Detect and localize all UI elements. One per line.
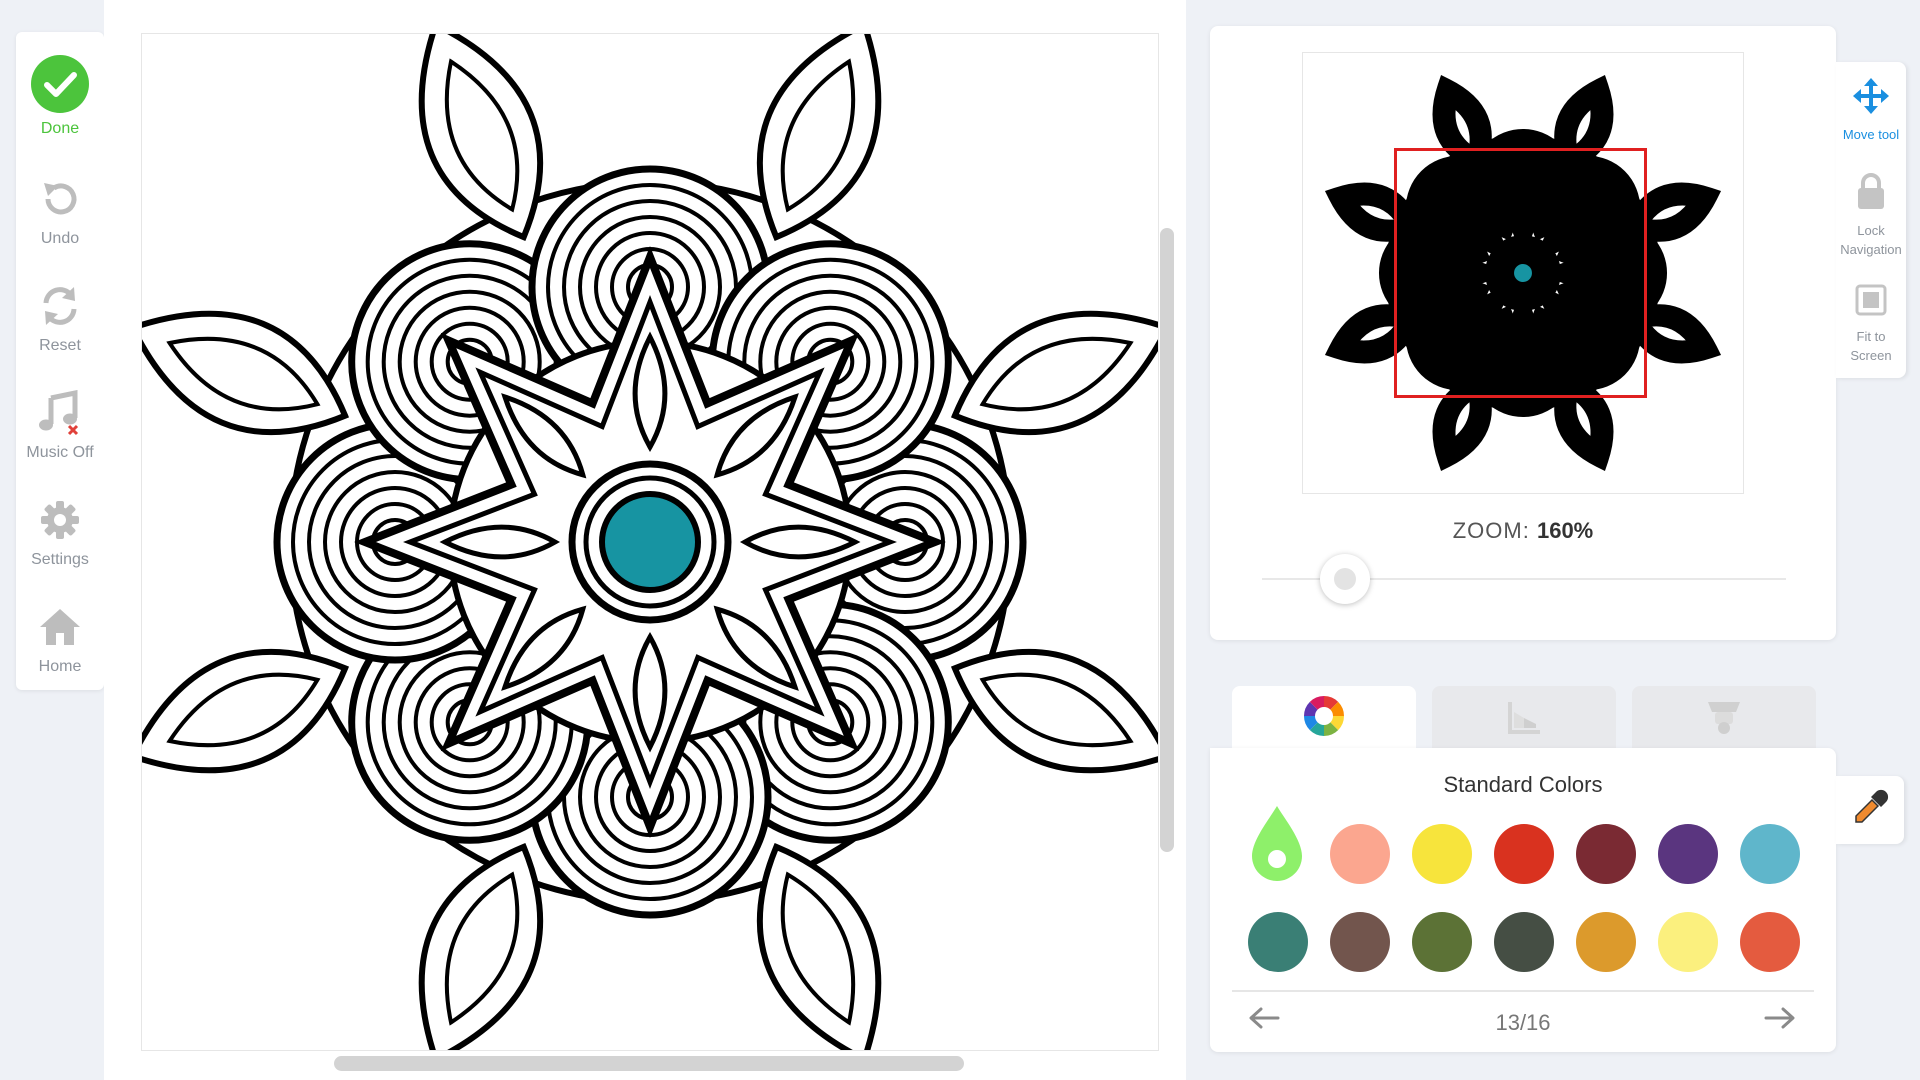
tab-gradients[interactable] <box>1432 686 1616 750</box>
reset-label: Reset <box>39 337 81 354</box>
color-swatch[interactable] <box>1576 824 1636 884</box>
music-off-label: Music Off <box>26 444 94 461</box>
fit-to-screen-button[interactable]: Fit to Screen <box>1836 284 1906 365</box>
navigation-toolbar: Move tool Lock Navigation Fit to Screen <box>1836 62 1906 378</box>
color-swatch[interactable] <box>1740 912 1800 972</box>
zoom-label: ZOOM: <box>1452 518 1530 543</box>
lock-navigation-button[interactable]: Lock Navigation <box>1836 172 1906 259</box>
prev-page-button[interactable] <box>1244 1002 1284 1038</box>
palette-page-indicator: 13/16 <box>1495 1010 1551 1035</box>
gradient-icon <box>1504 696 1544 741</box>
drawing-canvas[interactable] <box>141 33 1159 1051</box>
lock-icon <box>1856 172 1886 215</box>
navigator-thumbnail[interactable] <box>1302 52 1744 494</box>
color-swatch[interactable] <box>1494 912 1554 972</box>
vertical-scrollbar[interactable] <box>1160 228 1174 852</box>
tab-color-wheel[interactable] <box>1232 686 1416 750</box>
palette-divider <box>1232 990 1814 992</box>
eyedropper-button[interactable] <box>1836 776 1904 844</box>
done-label: Done <box>40 120 80 137</box>
undo-icon <box>35 174 85 224</box>
viewport-rectangle[interactable] <box>1394 148 1647 398</box>
lock-navigation-label: Lock Navigation <box>1840 223 1902 257</box>
color-palette-panel: Standard Colors 13/16 <box>1210 748 1836 1052</box>
color-swatch[interactable] <box>1330 824 1390 884</box>
settings-label: Settings <box>31 551 89 568</box>
arrow-left-icon <box>1248 1006 1280 1035</box>
fit-screen-icon <box>1855 284 1887 321</box>
fit-to-screen-label: Fit to Screen <box>1850 329 1892 363</box>
arrow-right-icon <box>1764 1006 1796 1035</box>
selected-color-swatch[interactable] <box>1248 804 1306 884</box>
horizontal-scrollbar[interactable] <box>334 1056 964 1071</box>
home-icon <box>35 602 85 652</box>
left-sidebar: Done Undo Reset Music Off Settings Home <box>16 32 104 690</box>
zoom-value: 160% <box>1536 518 1594 543</box>
home-button[interactable]: Home <box>16 584 104 680</box>
color-swatch[interactable] <box>1494 824 1554 884</box>
music-off-icon <box>35 388 85 438</box>
color-wheel-icon <box>1302 694 1346 743</box>
home-label: Home <box>38 658 82 675</box>
color-swatch[interactable] <box>1248 912 1308 972</box>
color-swatch[interactable] <box>1576 912 1636 972</box>
zoom-slider-knob[interactable] <box>1320 554 1370 604</box>
settings-button[interactable]: Settings <box>16 477 104 573</box>
color-swatch[interactable] <box>1658 912 1718 972</box>
reset-icon <box>35 281 85 331</box>
tab-brushes[interactable] <box>1632 686 1816 750</box>
canvas-area <box>104 0 1186 1080</box>
color-swatch[interactable] <box>1740 824 1800 884</box>
music-off-button[interactable]: Music Off <box>16 370 104 466</box>
reset-button[interactable]: Reset <box>16 263 104 359</box>
zoom-readout: ZOOM: 160% <box>1210 518 1836 544</box>
paint-bucket-icon <box>1704 696 1744 741</box>
palette-title: Standard Colors <box>1443 772 1603 797</box>
check-icon <box>30 54 90 114</box>
move-tool-label: Move tool <box>1842 127 1900 142</box>
eyedropper-icon <box>1850 788 1890 833</box>
undo-label: Undo <box>40 230 80 247</box>
color-swatch[interactable] <box>1412 824 1472 884</box>
move-tool-button[interactable]: Move tool <box>1836 78 1906 144</box>
color-swatch[interactable] <box>1330 912 1390 972</box>
undo-button[interactable]: Undo <box>16 156 104 252</box>
mandala-artwork[interactable] <box>142 34 1158 1050</box>
color-swatch[interactable] <box>1658 824 1718 884</box>
gear-icon <box>35 495 85 545</box>
move-icon <box>1853 78 1889 119</box>
color-swatch[interactable] <box>1412 912 1472 972</box>
navigator-panel: ZOOM: 160% <box>1210 26 1836 640</box>
done-button[interactable]: Done <box>16 32 104 137</box>
next-page-button[interactable] <box>1760 1002 1800 1038</box>
